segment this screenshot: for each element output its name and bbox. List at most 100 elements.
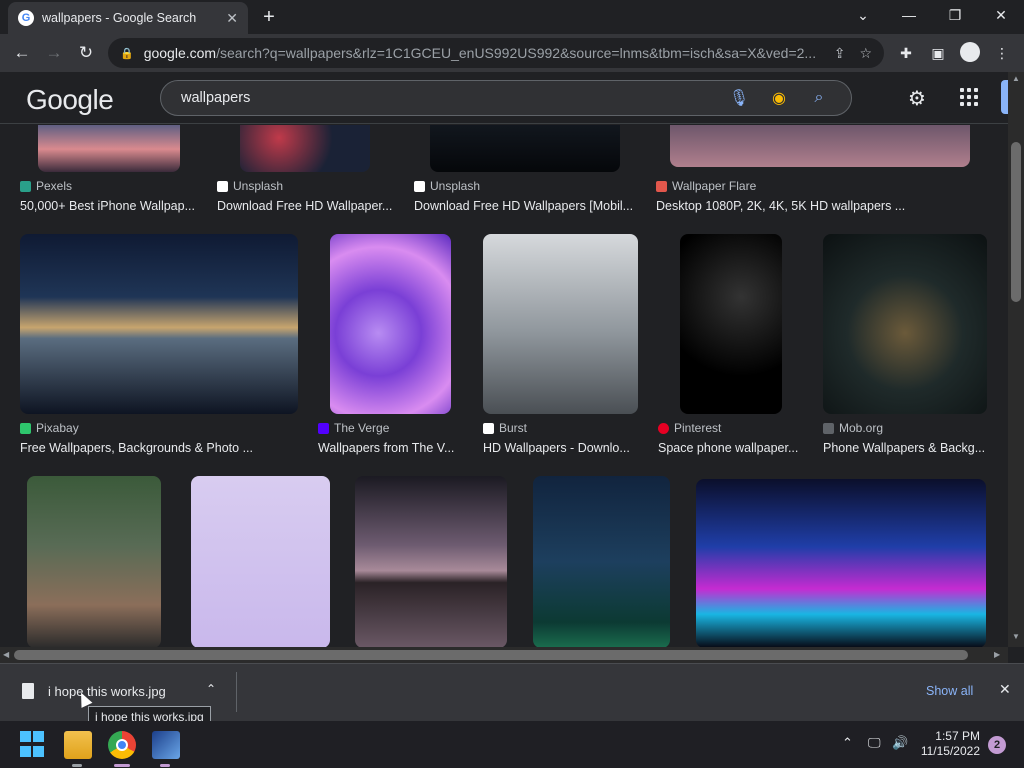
start-button[interactable] [20,731,48,759]
result-source[interactable]: Pinterest [658,421,721,435]
result-source[interactable]: Unsplash [217,179,283,193]
google-apps-icon[interactable] [960,88,978,106]
extensions-icon[interactable]: ✚ [896,43,916,63]
burst-icon [483,422,494,434]
scroll-left-arrow-icon[interactable]: ◀ [3,650,9,659]
unsplash-icon [217,180,228,192]
result-image[interactable] [240,125,370,172]
profile-avatar-icon[interactable] [960,42,980,62]
lens-camera-icon[interactable]: ◉ [759,88,799,108]
voice-search-icon[interactable]: 🎙 [719,88,759,108]
notification-badge[interactable]: 2 [988,736,1006,754]
chevron-up-icon[interactable]: ⌃ [842,735,853,751]
result-source[interactable]: Mob.org [823,421,883,435]
reload-button[interactable]: ↻ [74,41,98,65]
bookmark-star-icon[interactable]: ☆ [859,45,872,62]
file-icon [22,683,34,699]
taskbar-indicator [160,764,170,767]
result-image[interactable] [20,234,298,414]
forward-button[interactable]: → [42,41,66,65]
restore-button[interactable]: ❐ [940,4,970,26]
pixabay-icon [20,422,31,434]
menu-dots-icon[interactable]: ⋮ [992,43,1012,63]
share-icon[interactable]: ⇪ [834,45,846,62]
tab-title: wallpapers - Google Search [42,11,197,25]
result-source[interactable]: Unsplash [414,179,480,193]
browser-tab[interactable]: G wallpapers - Google Search ✕ [8,2,248,34]
download-filename[interactable]: i hope this works.jpg [48,684,166,699]
sign-in-tab[interactable] [1001,80,1008,114]
network-icon[interactable]: 🖵 [868,735,881,751]
google-favicon-icon: G [18,10,34,26]
close-shelf-icon[interactable]: ✕ [999,681,1011,698]
scroll-right-arrow-icon[interactable]: ▶ [994,650,1000,659]
image-results: Pexels 50,000+ Best iPhone Wallpap... Un… [0,125,1008,647]
result-image[interactable] [38,125,180,172]
file-explorer-icon[interactable] [64,731,92,759]
pexels-icon [20,180,31,192]
close-window-button[interactable]: ✕ [986,4,1016,26]
vertical-scroll-thumb[interactable] [1011,142,1021,302]
clock[interactable]: 1:57 PM 11/15/2022 [918,729,980,759]
clock-time: 1:57 PM [935,729,980,743]
search-box[interactable]: wallpapers 🎙 ◉ ⌕ [160,80,852,116]
result-title[interactable]: Download Free HD Wallpaper... [217,199,392,213]
photos-app-icon[interactable] [152,731,180,759]
result-source[interactable]: Pexels [20,179,72,193]
search-icon[interactable]: ⌕ [799,89,839,107]
horizontal-scroll-thumb[interactable] [14,650,968,660]
result-image[interactable] [27,476,161,647]
horizontal-scrollbar[interactable]: ◀ ▶ [0,647,1008,663]
result-source[interactable]: Burst [483,421,527,435]
result-title[interactable]: 50,000+ Best iPhone Wallpap... [20,199,195,213]
unsplash-icon [414,180,425,192]
result-image[interactable] [533,476,670,647]
address-bar[interactable]: 🔒 google.com/search?q=wallpapers&rlz=1C1… [108,38,884,68]
vertical-scrollbar[interactable]: ▲ ▼ [1008,72,1024,647]
tab-search-icon[interactable]: ⌄ [848,4,878,26]
taskbar-indicator-active [114,764,130,767]
search-input[interactable]: wallpapers [181,90,719,106]
result-image[interactable] [430,125,620,172]
scroll-up-arrow-icon[interactable]: ▲ [1012,74,1020,83]
result-title[interactable]: HD Wallpapers - Downlo... [483,441,633,455]
close-tab-icon[interactable]: ✕ [226,10,238,27]
chevron-up-icon[interactable]: ⌃ [206,682,216,696]
result-title[interactable]: Wallpapers from The V... [318,441,458,455]
result-image[interactable] [330,234,451,414]
windows-taskbar: ⌃ 🖵 🔊 1:57 PM 11/15/2022 2 [0,721,1024,768]
chrome-icon[interactable] [108,731,136,759]
scroll-down-arrow-icon[interactable]: ▼ [1012,632,1020,641]
settings-gear-icon[interactable]: ⚙ [908,86,926,111]
new-tab-button[interactable]: + [258,6,280,28]
back-button[interactable]: ← [10,41,34,65]
result-title[interactable]: Desktop 1080P, 2K, 4K, 5K HD wallpapers … [656,199,906,213]
show-all-button[interactable]: Show all [926,684,973,698]
side-panel-icon[interactable]: ▣ [928,43,948,63]
result-source[interactable]: The Verge [318,421,389,435]
tab-strip: G wallpapers - Google Search ✕ + ⌄ — ❐ ✕ [0,0,1024,34]
result-image[interactable] [823,234,987,414]
result-image[interactable] [670,125,970,167]
result-source[interactable]: Pixabay [20,421,79,435]
mob-org-icon [823,422,834,434]
volume-icon[interactable]: 🔊 [892,735,908,751]
result-image[interactable] [355,476,507,647]
pinterest-icon [658,422,669,434]
result-image[interactable] [696,479,986,647]
result-title[interactable]: Space phone wallpaper... [658,441,803,455]
result-title[interactable]: Free Wallpapers, Backgrounds & Photo ... [20,441,280,455]
result-source[interactable]: Wallpaper Flare [656,179,756,193]
browser-toolbar: ← → ↻ 🔒 google.com/search?q=wallpapers&r… [0,34,1024,72]
google-logo[interactable]: Google [26,84,114,116]
result-title[interactable]: Phone Wallpapers & Backg... [823,441,987,455]
result-image[interactable] [191,476,330,647]
taskbar-indicator [72,764,82,767]
result-image[interactable] [680,234,782,414]
result-image[interactable] [483,234,638,414]
result-title[interactable]: Download Free HD Wallpapers [Mobil... [414,199,636,213]
minimize-button[interactable]: — [894,4,924,26]
the-verge-icon [318,422,329,434]
lock-icon[interactable]: 🔒 [120,47,134,60]
clock-date: 11/15/2022 [920,744,980,758]
